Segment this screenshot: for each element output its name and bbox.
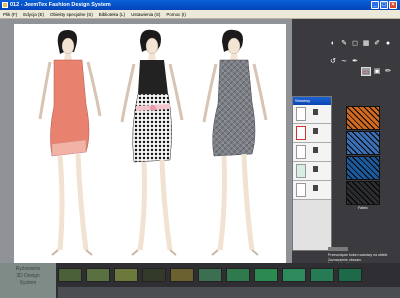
shape-icon[interactable]: ◻ — [350, 39, 360, 48]
model-right[interactable] — [202, 29, 268, 256]
color-chips — [58, 268, 366, 282]
color-chip[interactable] — [198, 268, 222, 282]
grid-icon[interactable]: ▦ — [361, 39, 371, 48]
layer-marker — [313, 166, 318, 172]
circle-icon[interactable]: ● — [383, 39, 393, 48]
pencil-icon[interactable]: ✏ — [383, 67, 393, 76]
layer-thumbnail — [296, 145, 306, 159]
color-chip[interactable] — [310, 268, 334, 282]
color-chip[interactable] — [254, 268, 278, 282]
layer-marker — [313, 109, 318, 115]
models-illustration — [38, 29, 268, 256]
status-line: Przesunięcie koloru warstwy na obiekt — [328, 253, 388, 257]
color-chip[interactable] — [86, 268, 110, 282]
model-middle[interactable] — [120, 29, 184, 256]
lasso-icon[interactable]: ↺ — [328, 57, 338, 66]
wave-icon[interactable]: ∼ — [339, 57, 349, 66]
progress-bar — [328, 247, 348, 251]
color-palette-bar: Ryżowanie 3D Design System — [0, 263, 400, 298]
layer-marker — [313, 185, 318, 191]
close-button[interactable]: × — [389, 1, 397, 9]
color-chip[interactable] — [226, 268, 250, 282]
fabric-swatch[interactable] — [346, 156, 380, 180]
layer-marker — [313, 128, 318, 134]
brush-icon[interactable]: ✎ — [339, 39, 349, 48]
maximize-button[interactable]: □ — [380, 1, 388, 9]
menu-item-help[interactable]: Pomoc (I) — [166, 12, 186, 17]
app-logo: Ryżowanie 3D Design System — [0, 263, 56, 298]
layer-thumbnail — [296, 126, 306, 140]
app-icon — [2, 2, 8, 8]
layers-panel-title: Warstwy — [293, 97, 331, 105]
menu-item-file[interactable]: Plik (F) — [3, 12, 17, 17]
layer-thumbnail — [296, 107, 306, 121]
logo-text: 3D Design — [16, 273, 40, 279]
layer-marker — [313, 147, 318, 153]
color-chip[interactable] — [338, 268, 362, 282]
layer-row[interactable] — [293, 162, 331, 181]
design-canvas[interactable] — [14, 24, 286, 263]
color-chip[interactable] — [170, 268, 194, 282]
window-title: 012 - JeemTex Fashion Design System — [10, 2, 111, 8]
palette-scroll-strip[interactable] — [58, 287, 400, 298]
model-left[interactable] — [38, 29, 102, 256]
layer-row[interactable] — [293, 181, 331, 200]
canvas-area — [0, 19, 292, 263]
layer-thumbnail — [296, 164, 306, 178]
select-icon[interactable]: ▭ — [361, 67, 371, 76]
fabric-swatch[interactable] — [346, 181, 380, 205]
model-middle-dress — [132, 93, 172, 163]
minimize-button[interactable]: _ — [371, 1, 379, 9]
palette-icon[interactable]: ◐ — [328, 39, 338, 48]
color-chip[interactable] — [142, 268, 166, 282]
menu-item-edit[interactable]: Edycja (E) — [23, 12, 44, 17]
fabric-swatch-label: Fabric — [358, 206, 368, 210]
layer-row[interactable] — [293, 105, 331, 124]
layers-panel: Warstwy — [292, 96, 332, 251]
color-chip[interactable] — [282, 268, 306, 282]
color-chip[interactable] — [58, 268, 82, 282]
fill-icon[interactable]: ▣ — [372, 67, 382, 76]
layer-row[interactable] — [293, 143, 331, 162]
model-right-dress — [212, 59, 256, 157]
logo-text: Ryżowanie — [15, 266, 41, 272]
fabric-swatch[interactable] — [346, 106, 380, 130]
fabric-swatch-column: Fabric — [346, 106, 380, 210]
pen-icon[interactable]: ✒ — [350, 57, 360, 66]
color-chip[interactable] — [114, 268, 138, 282]
layer-row[interactable] — [293, 124, 331, 143]
logo-text: System — [19, 280, 37, 286]
title-bar: 012 - JeemTex Fashion Design System _ □ … — [0, 0, 400, 10]
menu-item-library[interactable]: Biblioteka (L) — [99, 12, 125, 17]
menu-bar: Plik (F) Edycja (E) Obiekty specjalne (S… — [0, 10, 400, 19]
fabric-swatch[interactable] — [346, 131, 380, 155]
menu-item-settings[interactable]: Ustawienia (S) — [131, 12, 160, 17]
menu-item-special-objects[interactable]: Obiekty specjalne (S) — [50, 12, 93, 17]
layer-thumbnail — [296, 183, 306, 197]
right-panel: ◐ ✎ ◻ ▦ ✐ ● ↺ ∼ ✒ ▭ ▣ ✏ Warstwy Fabric P… — [292, 19, 400, 266]
eyedropper-icon[interactable]: ✐ — [372, 39, 382, 48]
